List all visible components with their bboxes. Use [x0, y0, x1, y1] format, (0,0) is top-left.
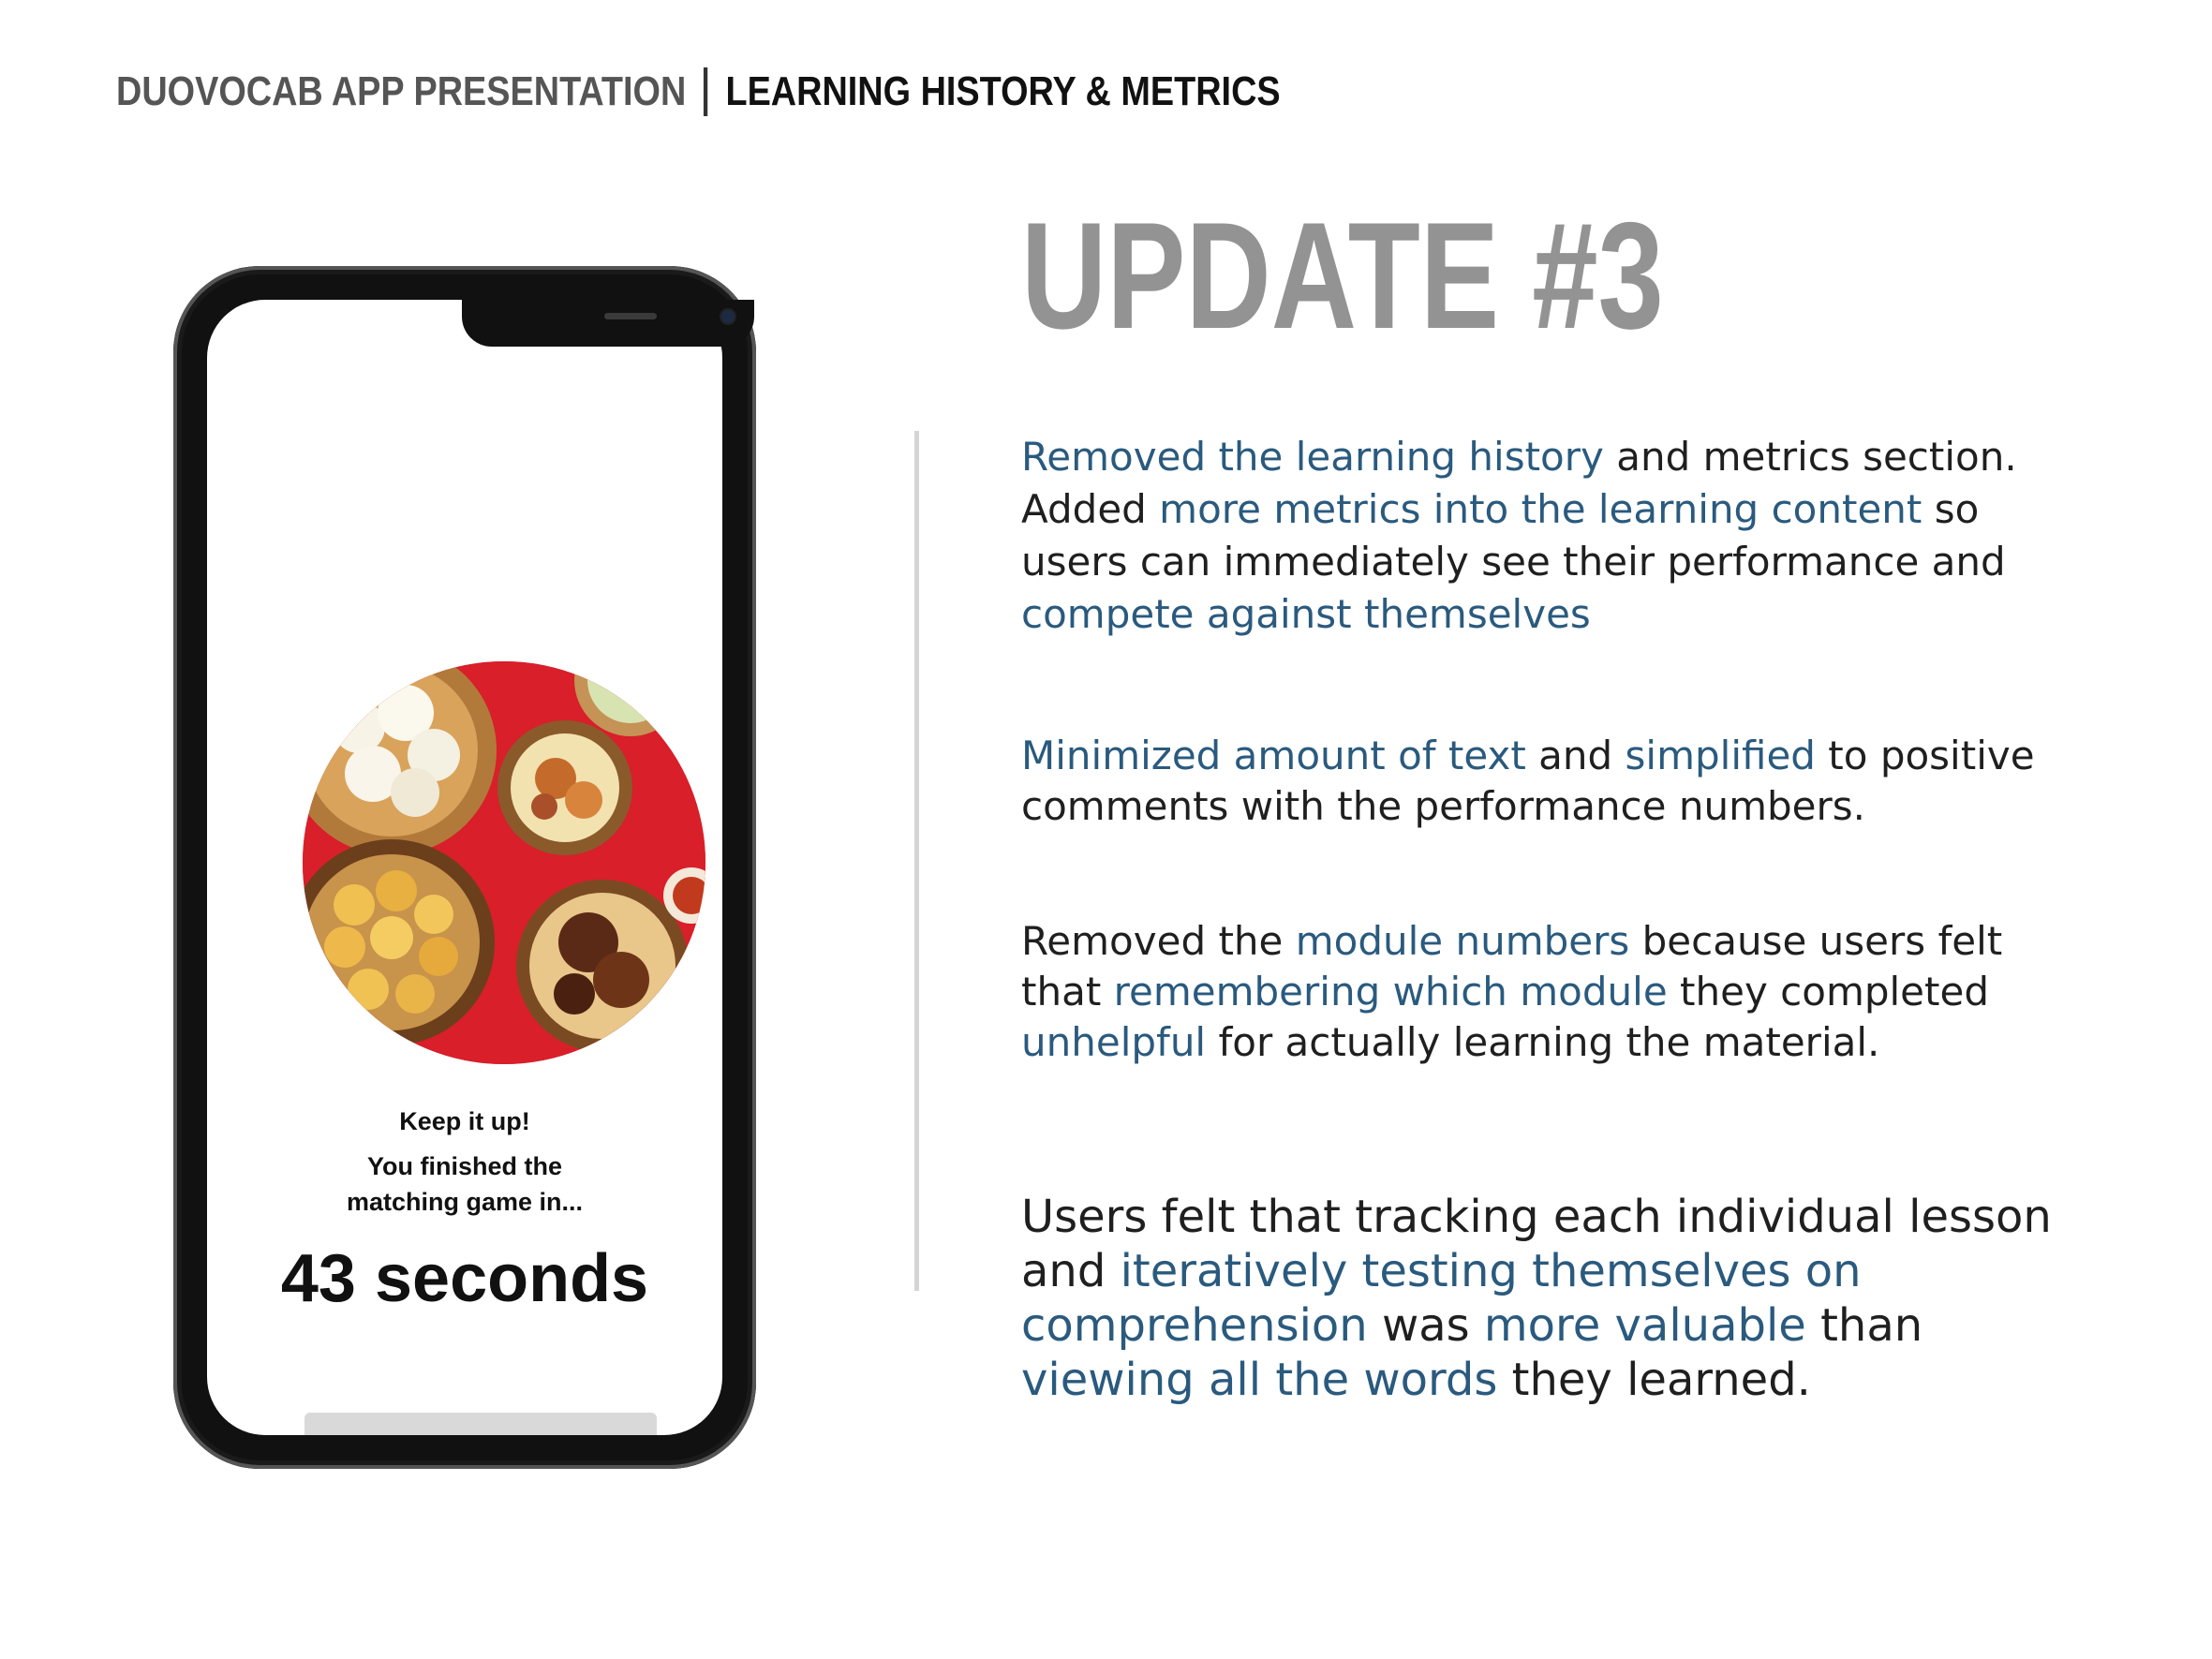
highlight-text: module numbers	[1295, 918, 1630, 964]
body-text: was	[1367, 1299, 1484, 1352]
header-separator	[704, 67, 708, 116]
body-text: than	[1805, 1299, 1923, 1352]
highlight-text: Minimized amount of text	[1021, 733, 1526, 778]
highlight-text: more metrics into the learning content	[1159, 486, 1923, 532]
update-paragraph-1: Removed the learning history and metrics…	[1021, 431, 2071, 641]
section-title: LEARNING HISTORY & METRICS	[725, 68, 1281, 114]
body-text: and	[1525, 733, 1626, 778]
front-camera-icon	[721, 310, 735, 323]
update-paragraph-2: Minimized amount of text and simplified …	[1021, 731, 2071, 832]
highlight-text: compete against themselves	[1021, 591, 1591, 637]
highlight-text: more valuable	[1483, 1299, 1806, 1352]
body-text: Removed the	[1021, 918, 1296, 964]
food-image	[303, 661, 705, 1064]
result-description: You finished the matching game in...	[346, 1152, 584, 1216]
deck-title: DUOVOCAB APP PRESENTATION	[116, 68, 687, 114]
highlight-text: viewing all the words	[1021, 1354, 1498, 1406]
highlight-text: Removed the learning history	[1021, 434, 1604, 480]
highlight-text: unhelpful	[1021, 1019, 1207, 1065]
update-paragraph-3: Removed the module numbers because users…	[1021, 916, 2071, 1068]
speaker-grille	[604, 313, 657, 319]
body-text: they learned.	[1497, 1354, 1811, 1406]
dim-sum-illustration	[303, 661, 705, 1064]
highlight-text: remembering which module	[1113, 969, 1668, 1015]
slide-header: DUOVOCAB APP PRESENTATION LEARNING HISTO…	[116, 62, 1281, 122]
time-result: 43 seconds	[280, 1241, 649, 1316]
update-title: UPDATE #3	[1021, 191, 1664, 361]
phone-mockup: Keep it up! You finished the matching ga…	[173, 266, 756, 1469]
update-paragraph-4: Users felt that tracking each individual…	[1021, 1190, 2071, 1407]
encouragement-text: Keep it up!	[399, 1107, 530, 1135]
phone-screen: Keep it up! You finished the matching ga…	[207, 300, 722, 1435]
body-text: for actually learning the material.	[1206, 1019, 1880, 1065]
body-text: they completed	[1667, 969, 1989, 1015]
vertical-divider	[914, 431, 919, 1291]
phone-notch	[462, 300, 754, 347]
continue-button[interactable]: CONTINUE	[304, 1413, 657, 1435]
highlight-text: simplified	[1625, 733, 1816, 778]
